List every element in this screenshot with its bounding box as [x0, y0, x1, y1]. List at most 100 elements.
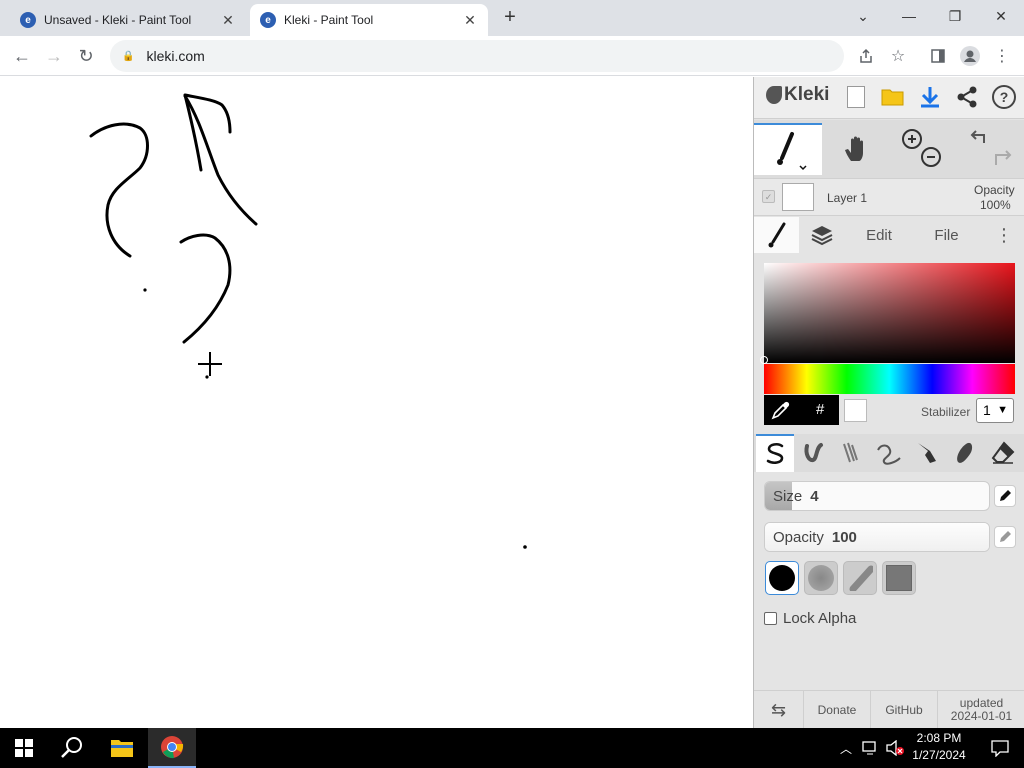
search-button[interactable]	[48, 728, 96, 768]
tool-row	[754, 120, 1024, 178]
soft-shape-button[interactable]	[804, 561, 838, 595]
chrome-taskbar-button[interactable]	[148, 728, 196, 768]
tab-layers[interactable]	[799, 217, 844, 253]
lock-alpha-toggle[interactable]: Lock Alpha	[764, 610, 856, 627]
eraser-icon	[991, 441, 1015, 464]
browser-menu-icon[interactable]: ⋮	[990, 44, 1014, 68]
current-color-swatch[interactable]	[844, 399, 867, 422]
restore-button[interactable]: ❐	[937, 4, 973, 28]
blend-brush-icon	[804, 443, 823, 463]
forward-arrow-icon[interactable]: →	[42, 44, 66, 68]
color-picker-handle[interactable]	[760, 356, 768, 364]
line-brush-icon	[877, 444, 901, 465]
eraser-button[interactable]	[984, 434, 1022, 472]
tab-brush[interactable]	[754, 217, 799, 253]
profile-avatar-icon[interactable]	[958, 44, 982, 68]
pen-pressure-icon	[1000, 531, 1011, 542]
new-image-icon[interactable]	[842, 83, 870, 111]
share-icon[interactable]	[854, 44, 878, 68]
hex-input-button[interactable]: #	[816, 401, 824, 418]
network-icon[interactable]	[860, 728, 882, 768]
minimize-button[interactable]: —	[891, 4, 927, 28]
windows-logo-icon	[15, 739, 33, 757]
tab-title: Kleki - Paint Tool	[284, 13, 374, 27]
file-explorer-button[interactable]	[98, 728, 146, 768]
stabilizer-label: Stabilizer	[921, 405, 971, 419]
stabilizer-select[interactable]: 1 ▼	[976, 398, 1014, 423]
more-menu-icon[interactable]: ⋮	[984, 217, 1024, 253]
size-slider[interactable]: Size 4	[764, 481, 990, 511]
brush-icon	[777, 132, 807, 171]
download-icon[interactable]	[916, 83, 944, 111]
pen-brush-button[interactable]	[756, 434, 794, 472]
swap-side-icon[interactable]: ⇆	[754, 691, 804, 729]
brush-type-row	[754, 434, 1024, 472]
clock-time: 2:08 PM	[916, 731, 962, 745]
drawing-canvas[interactable]	[0, 77, 753, 728]
eyedropper-icon	[771, 401, 790, 420]
round-shape-button[interactable]	[765, 561, 799, 595]
size-value: 4	[810, 487, 819, 505]
pen-pressure-icon	[1000, 490, 1011, 501]
tab-file[interactable]: File	[914, 217, 979, 253]
url-text: kleki.com	[146, 48, 205, 64]
open-folder-icon[interactable]	[879, 83, 907, 111]
line-brush-button[interactable]	[870, 434, 908, 472]
tab-edit[interactable]: Edit	[844, 217, 914, 253]
help-icon[interactable]: ?	[990, 83, 1018, 111]
lock-alpha-checkbox[interactable]	[764, 612, 777, 625]
pen-pressure-size-toggle[interactable]	[994, 485, 1016, 507]
show-hidden-icons-chevron-icon[interactable]: ︿	[836, 728, 856, 768]
layer-opacity-value: 100%	[980, 198, 1011, 212]
eyedropper-button[interactable]: #	[764, 395, 839, 425]
size-label: Size	[773, 487, 803, 505]
tab-search-chevron-down-icon[interactable]: ⌄	[845, 4, 881, 28]
brush-tool-button[interactable]	[754, 123, 822, 175]
opacity-label: Opacity	[773, 528, 824, 546]
github-link[interactable]: GitHub	[871, 691, 938, 729]
pen-pressure-opacity-toggle[interactable]	[994, 526, 1016, 548]
panel-tabs: Edit File ⋮	[754, 217, 1024, 253]
circle-brush-icon	[769, 565, 795, 591]
layer-visibility-checkbox[interactable]: ✓	[762, 190, 775, 203]
layer-row[interactable]: ✓ Layer 1 Opacity 100%	[754, 178, 1024, 216]
reload-icon[interactable]: ↻	[74, 44, 98, 68]
tab-unsaved-kleki[interactable]: e Unsaved - Kleki - Paint Tool ✕	[10, 4, 246, 36]
hand-tool-button[interactable]	[829, 123, 884, 175]
notifications-icon[interactable]	[976, 728, 1024, 768]
kleki-logo[interactable]: Kleki	[766, 84, 829, 106]
close-window-button[interactable]: ✕	[983, 4, 1019, 28]
canvas-strokes	[89, 93, 527, 549]
donate-link[interactable]: Donate	[804, 691, 871, 729]
chisel-shape-button[interactable]	[843, 561, 877, 595]
share-icon[interactable]	[953, 83, 981, 111]
square-brush-icon	[886, 565, 912, 591]
square-shape-button[interactable]	[882, 561, 916, 595]
panel-header: Kleki ?	[754, 77, 1024, 119]
color-tools-row: # Stabilizer 1 ▼	[764, 395, 1015, 425]
system-clock[interactable]: 2:08 PM 1/27/2024	[906, 730, 972, 764]
opacity-slider[interactable]: Opacity 100	[764, 522, 990, 552]
volume-muted-icon[interactable]	[884, 728, 906, 768]
kleki-favicon-icon: e	[20, 12, 36, 28]
blend-brush-button[interactable]	[794, 434, 832, 472]
side-panel-icon[interactable]	[926, 44, 950, 68]
close-tab-icon[interactable]: ✕	[462, 12, 478, 29]
chisel-brush-icon	[849, 565, 873, 591]
changelog-link[interactable]: updated 2024-01-01	[938, 691, 1024, 729]
color-saturation-area[interactable]	[760, 263, 1015, 364]
sketchy-brush-button[interactable]	[832, 434, 870, 472]
back-arrow-icon[interactable]: ←	[10, 44, 34, 68]
hue-slider[interactable]	[764, 364, 1015, 394]
tab-title: Unsaved - Kleki - Paint Tool	[44, 13, 192, 27]
start-button[interactable]	[0, 728, 48, 768]
new-tab-button[interactable]: +	[498, 6, 522, 30]
layer-opacity-label: Opacity	[974, 183, 1015, 197]
bookmark-star-icon[interactable]: ☆	[886, 44, 910, 68]
pixel-brush-button[interactable]	[908, 434, 946, 472]
sketchy-brush-icon	[843, 442, 858, 463]
close-tab-icon[interactable]: ✕	[220, 12, 236, 29]
tab-kleki-paint-tool[interactable]: e Kleki - Paint Tool ✕	[250, 4, 488, 36]
url-field[interactable]: 🔒 kleki.com	[110, 40, 844, 72]
smudge-brush-button[interactable]	[946, 434, 984, 472]
